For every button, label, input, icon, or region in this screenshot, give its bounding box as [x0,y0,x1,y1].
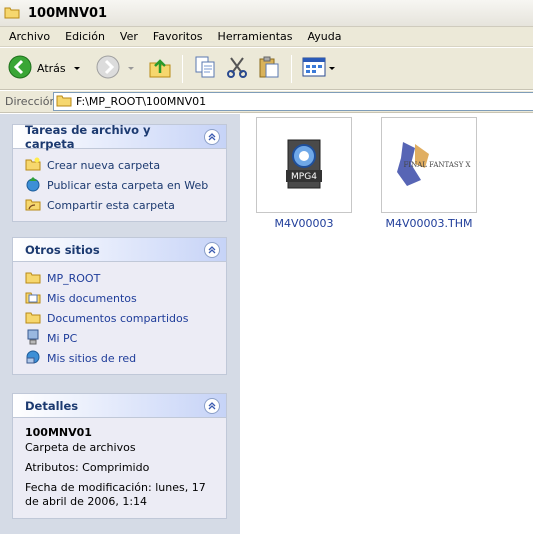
my-documents-icon [25,290,41,307]
file-tasks-header[interactable]: Tareas de archivo y carpeta [13,122,226,151]
menu-favoritos[interactable]: Favoritos [147,30,209,43]
details-header[interactable]: Detalles [13,394,226,418]
create-folder-link[interactable]: Crear nueva carpeta [13,155,226,175]
thumb-label: MPG4 [291,172,317,182]
menu-edicion[interactable]: Edición [59,30,111,43]
paste-button[interactable] [257,52,281,86]
publish-web-icon [25,176,41,195]
task-pane: Tareas de archivo y carpeta Crear nueva … [0,114,240,534]
folder-icon [4,5,20,22]
file-name[interactable]: M4V00003 [244,217,364,230]
detail-modified: Fecha de modificación: lunes, 17 de abri… [25,480,206,509]
link-label: Mis sitios de red [47,351,137,365]
link-label: MP_ROOT [47,271,101,285]
collapse-chevron-icon[interactable] [204,397,220,414]
views-icon [302,56,326,81]
views-dropdown-icon[interactable] [328,67,335,70]
place-my-computer[interactable]: Mi PC [13,328,226,348]
menu-archivo[interactable]: Archivo [3,30,56,43]
place-shared-documents[interactable]: Documentos compartidos [13,308,226,328]
place-my-documents[interactable]: Mis documentos [13,288,226,308]
views-button[interactable] [302,52,335,86]
other-places-body: MP_ROOT Mis documentos Documentos compar… [13,262,226,374]
other-places-header[interactable]: Otros sitios [13,238,226,262]
shared-documents-icon [25,310,41,327]
file-tasks-panel: Tareas de archivo y carpeta Crear nueva … [12,122,227,222]
forward-button[interactable] [96,52,134,86]
cut-button[interactable] [225,52,249,86]
share-folder-link[interactable]: Compartir esta carpeta [13,195,226,215]
details-panel: Detalles 100MNV01 Carpeta de archivos At… [12,393,227,520]
link-label: Crear nueva carpeta [47,158,161,172]
up-folder-button[interactable] [148,52,172,86]
menu-ver[interactable]: Ver [114,30,144,43]
back-button[interactable]: Atrás [8,52,80,86]
collapse-chevron-icon[interactable] [204,128,220,145]
copy-icon [193,55,217,82]
detail-attributes: Atributos: Comprimido [25,460,150,474]
toolbar-separator [290,54,292,83]
link-label: Compartir esta carpeta [47,198,175,212]
link-label: Mis documentos [47,291,137,305]
detail-name: 100MNV01 [25,426,92,439]
link-label: Documentos compartidos [47,311,189,325]
folder-icon [25,270,41,287]
back-arrow-icon [8,55,32,82]
menu-ayuda[interactable]: Ayuda [301,30,347,43]
publish-web-link[interactable]: Publicar esta carpeta en Web [13,175,226,195]
address-path: F:\MP_ROOT\100MNV01 [76,95,207,108]
new-folder-icon [25,157,41,174]
place-network[interactable]: Mis sitios de red [13,348,226,368]
thumb-label: FINAL FANTASY X [403,161,470,169]
title-bar: 100MNV01 [0,0,533,27]
toolbar-separator [181,54,183,83]
network-places-icon [25,349,41,368]
file-list-view[interactable]: MPG4 M4V00003 FINAL FANTASY X M4V00003.T… [240,114,533,534]
back-label: Atrás [37,62,66,75]
my-computer-icon [25,329,41,348]
file-thumbnail-image[interactable]: FINAL FANTASY X [381,117,477,213]
place-mp-root[interactable]: MP_ROOT [13,268,226,288]
paste-icon [257,55,281,82]
menu-herramientas[interactable]: Herramientas [212,30,299,43]
address-bar: Dirección F:\MP_ROOT\100MNV01 [0,91,533,113]
link-label: Mi PC [47,331,78,345]
file-name[interactable]: M4V00003.THM [369,217,489,230]
thumbnail-image-icon: FINAL FANTASY X [385,133,473,197]
detail-type: Carpeta de archivos [25,440,136,454]
folder-icon [56,93,72,110]
share-folder-icon [25,197,41,214]
panel-title: Detalles [25,398,79,413]
scissors-icon [225,55,249,82]
address-input[interactable]: F:\MP_ROOT\100MNV01 [53,92,533,111]
window-title: 100MNV01 [28,5,108,21]
other-places-panel: Otros sitios MP_ROOT Mis documentos Docu… [12,237,227,375]
toolbar: Atrás [0,48,533,90]
details-body: 100MNV01 Carpeta de archivos Atributos: … [13,418,226,519]
up-folder-icon [148,55,172,82]
file-tasks-body: Crear nueva carpeta Publicar esta carpet… [13,149,226,221]
back-dropdown-icon[interactable] [73,67,80,70]
file-thumbnail-video[interactable]: MPG4 [256,117,352,213]
forward-arrow-icon [96,55,120,82]
link-label: Publicar esta carpeta en Web [47,178,209,192]
collapse-chevron-icon[interactable] [204,241,220,258]
menu-bar: Archivo Edición Ver Favoritos Herramient… [0,27,533,47]
panel-title: Otros sitios [25,242,100,257]
panel-title: Tareas de archivo y carpeta [25,122,151,151]
mpeg4-video-icon: MPG4 [282,138,326,193]
address-label: Dirección [5,95,57,108]
forward-dropdown-icon[interactable] [127,67,134,70]
copy-button[interactable] [193,52,217,86]
